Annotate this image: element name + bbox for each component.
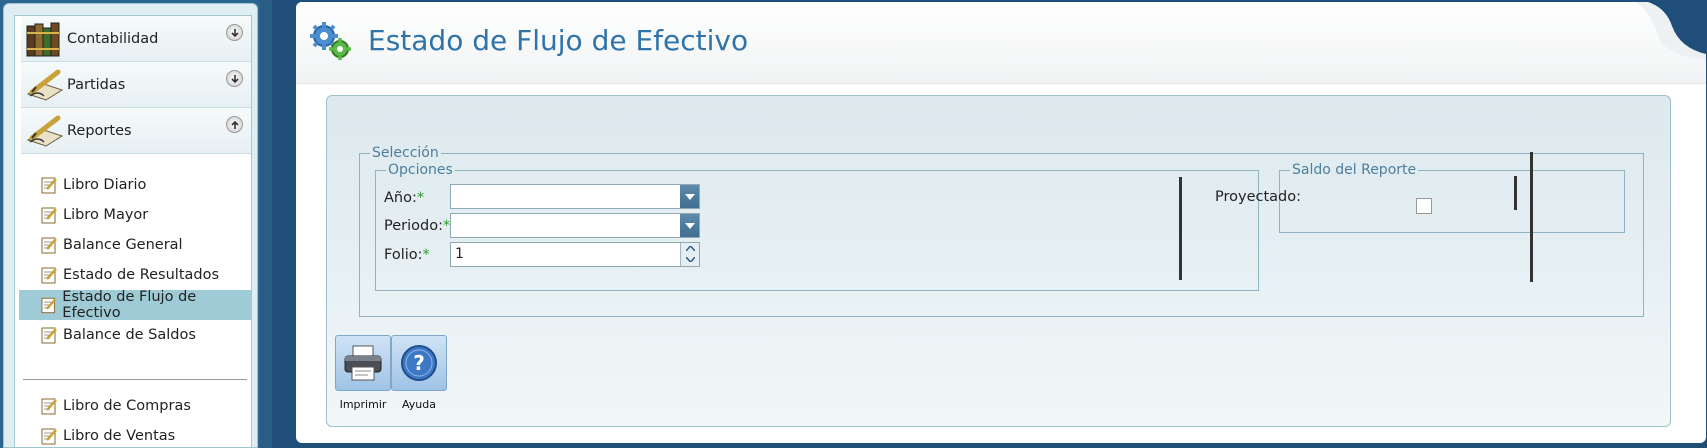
expand-down-icon[interactable] bbox=[226, 70, 243, 87]
dropdown-arrow-icon[interactable] bbox=[680, 214, 699, 237]
gears-icon bbox=[310, 22, 351, 60]
sidebar-panel: Contabilidad Partidas Reportes Libro Dia… bbox=[3, 3, 258, 448]
periodo-label-text: Periodo: bbox=[384, 218, 443, 234]
proyectado-label: Proyectado: bbox=[1215, 189, 1302, 205]
menu-item-balance-general[interactable]: Balance General bbox=[19, 230, 251, 260]
form-panel: Selección Opciones Saldo del Reporte Año… bbox=[326, 95, 1671, 427]
menu-item-label: Libro de Compras bbox=[63, 398, 191, 414]
menu-separator bbox=[23, 379, 247, 380]
printer-icon bbox=[344, 345, 382, 381]
anio-label-text: Año: bbox=[384, 190, 417, 206]
page-curl-decoration bbox=[1636, 2, 1706, 60]
section-reportes[interactable]: Reportes bbox=[21, 108, 251, 154]
seleccion-legend: Selección bbox=[372, 145, 439, 161]
print-button[interactable] bbox=[335, 335, 391, 391]
periodo-label: Periodo:* bbox=[384, 218, 450, 234]
page-header: Estado de Flujo de Efectivo bbox=[296, 2, 1706, 84]
required-mark: * bbox=[416, 190, 425, 206]
edit-document-icon bbox=[41, 267, 57, 284]
edit-document-icon bbox=[41, 398, 57, 415]
scroll-edge bbox=[1514, 176, 1517, 210]
proyectado-checkbox[interactable] bbox=[1416, 198, 1432, 214]
panel-splitter[interactable] bbox=[260, 0, 272, 448]
print-label: Imprimir bbox=[339, 398, 387, 411]
menu-item-libro-ventas[interactable]: Libro de Ventas bbox=[19, 421, 251, 447]
help-label: Ayuda bbox=[402, 398, 436, 411]
section-contabilidad[interactable]: Contabilidad bbox=[21, 16, 251, 62]
scroll-edge bbox=[1179, 177, 1182, 280]
section-title: Partidas bbox=[67, 76, 126, 93]
edit-document-icon bbox=[41, 177, 57, 194]
svg-text:?: ? bbox=[413, 351, 425, 375]
pen-paper-icon bbox=[21, 63, 67, 107]
menu-item-libro-compras[interactable]: Libro de Compras bbox=[19, 391, 251, 421]
expand-down-icon[interactable] bbox=[226, 24, 243, 41]
collapse-up-icon[interactable] bbox=[226, 116, 243, 133]
main-area: Estado de Flujo de Efectivo Selección Op… bbox=[272, 0, 1707, 448]
menu-item-estado-resultados[interactable]: Estado de Resultados bbox=[19, 260, 251, 290]
section-title: Contabilidad bbox=[67, 30, 159, 47]
menu-item-balance-saldos[interactable]: Balance de Saldos bbox=[19, 320, 251, 350]
scroll-edge bbox=[1530, 152, 1533, 282]
saldo-legend: Saldo del Reporte bbox=[1292, 162, 1417, 178]
books-icon bbox=[21, 17, 67, 61]
anio-select[interactable] bbox=[450, 184, 700, 209]
menu-item-label: Libro Mayor bbox=[63, 207, 149, 223]
menu-item-libro-diario[interactable]: Libro Diario bbox=[19, 170, 251, 200]
help-button[interactable]: ? bbox=[391, 335, 447, 391]
folio-label: Folio:* bbox=[384, 247, 430, 263]
folio-stepper[interactable]: 1 bbox=[450, 242, 700, 267]
edit-document-icon bbox=[41, 207, 57, 224]
folio-value: 1 bbox=[455, 246, 464, 262]
edit-document-icon bbox=[41, 297, 57, 314]
section-partidas[interactable]: Partidas bbox=[21, 62, 251, 108]
edit-document-icon bbox=[41, 428, 57, 445]
menu-item-estado-flujo-efectivo[interactable]: Estado de Flujo de Efectivo bbox=[19, 289, 251, 321]
edit-document-icon bbox=[41, 327, 57, 344]
stepper-buttons bbox=[680, 243, 699, 266]
menu-item-label: Estado de Flujo de Efectivo bbox=[62, 289, 197, 321]
menu-item-label: Balance General bbox=[63, 237, 183, 253]
page-title: Estado de Flujo de Efectivo bbox=[368, 24, 749, 57]
dropdown-arrow-icon[interactable] bbox=[680, 185, 699, 208]
section-title: Reportes bbox=[67, 122, 132, 139]
menu-item-label: Balance de Saldos bbox=[63, 327, 196, 343]
periodo-select[interactable] bbox=[450, 213, 700, 238]
required-mark: * bbox=[422, 247, 430, 263]
pen-paper-icon bbox=[21, 109, 67, 153]
menu-item-label: Libro de Ventas bbox=[63, 428, 176, 444]
folio-label-text: Folio: bbox=[384, 247, 423, 263]
report-page: Estado de Flujo de Efectivo Selección Op… bbox=[296, 2, 1706, 443]
sidebar: Contabilidad Partidas Reportes Libro Dia… bbox=[0, 0, 260, 448]
chevron-down-icon[interactable] bbox=[681, 254, 699, 265]
menu-item-label: Estado de Resultados bbox=[63, 267, 220, 283]
menu-item-label: Libro Diario bbox=[63, 177, 147, 193]
chevron-up-icon[interactable] bbox=[681, 243, 699, 254]
accordion-menu: Contabilidad Partidas Reportes Libro Dia… bbox=[14, 15, 252, 447]
menu-item-libro-mayor[interactable]: Libro Mayor bbox=[19, 200, 251, 230]
opciones-legend: Opciones bbox=[388, 162, 453, 178]
saldo-reporte-group: Saldo del Reporte bbox=[1279, 162, 1625, 233]
help-icon: ? bbox=[401, 345, 437, 381]
anio-label: Año:* bbox=[384, 190, 424, 206]
edit-document-icon bbox=[41, 237, 57, 254]
